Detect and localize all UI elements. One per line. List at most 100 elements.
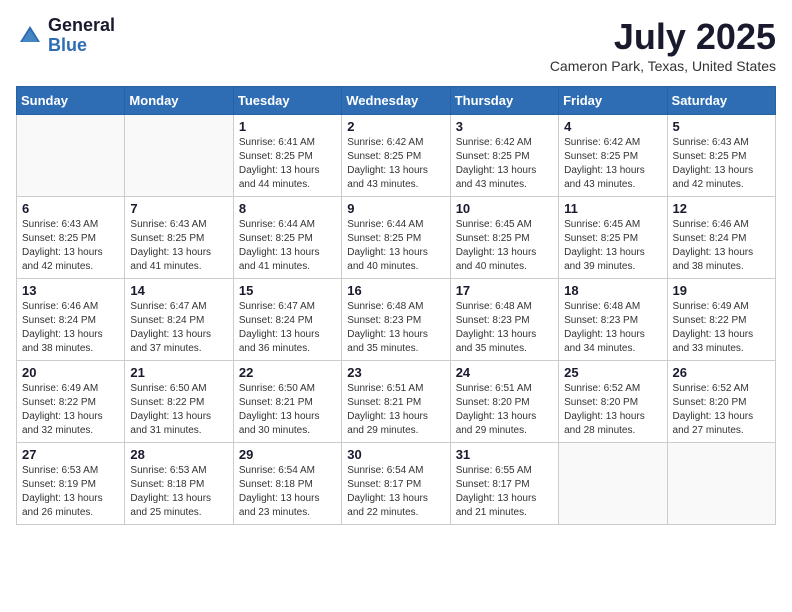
main-title: July 2025 <box>550 16 776 58</box>
table-row: 8Sunrise: 6:44 AM Sunset: 8:25 PM Daylig… <box>233 197 341 279</box>
day-number: 29 <box>239 447 336 462</box>
col-thursday: Thursday <box>450 87 558 115</box>
day-info: Sunrise: 6:44 AM Sunset: 8:25 PM Dayligh… <box>239 218 336 274</box>
day-number: 5 <box>673 119 770 134</box>
calendar-week-row: 6 Sunrise: 6:43 AM Sunset: 8:25 PM Daylig… <box>17 197 776 279</box>
day-number: 16 <box>347 283 444 298</box>
table-row: 25 Sunrise: 6:52 AM Sunset: 8:20 PM Dayli… <box>559 361 667 443</box>
calendar-week-row: 13 Sunrise: 6:46 AM Sunset: 8:24 PM Dayli… <box>17 279 776 361</box>
calendar-header-row: Sunday Monday Tuesday Wednesday Thursday… <box>17 87 776 115</box>
day-number: 12 <box>673 201 770 216</box>
col-wednesday: Wednesday <box>342 87 450 115</box>
day-info: Sunrise: 6:43 AM Sunset: 8:25 PM Dayligh… <box>22 218 119 274</box>
table-row <box>125 115 233 197</box>
table-row: 2Sunrise: 6:42 AM Sunset: 8:25 PM Daylig… <box>342 115 450 197</box>
day-number: 20 <box>22 365 119 380</box>
table-row: 14Sunrise: 6:47 AM Sunset: 8:24 PM Dayli… <box>125 279 233 361</box>
table-row <box>559 443 667 525</box>
calendar-week-row: 27Sunrise: 6:53 AM Sunset: 8:19 PM Dayli… <box>17 443 776 525</box>
day-info: Sunrise: 6:42 AM Sunset: 8:25 PM Dayligh… <box>347 136 444 192</box>
day-info: Sunrise: 6:52 AM Sunset: 8:20 PM Dayligh… <box>564 382 661 438</box>
day-number: 19 <box>673 283 770 298</box>
day-info: Sunrise: 6:51 AM Sunset: 8:21 PM Dayligh… <box>347 382 444 438</box>
col-saturday: Saturday <box>667 87 775 115</box>
calendar-table: Sunday Monday Tuesday Wednesday Thursday… <box>16 86 776 525</box>
logo: General Blue <box>16 16 115 56</box>
logo-text: General Blue <box>48 16 115 56</box>
table-row: 11 Sunrise: 6:45 AM Sunset: 8:25 PM Dayli… <box>559 197 667 279</box>
day-number: 22 <box>239 365 336 380</box>
day-number: 3 <box>456 119 553 134</box>
day-info: Sunrise: 6:53 AM Sunset: 8:18 PM Dayligh… <box>130 464 227 520</box>
col-friday: Friday <box>559 87 667 115</box>
day-number: 24 <box>456 365 553 380</box>
table-row: 26 Sunrise: 6:52 AM Sunset: 8:20 PM Dayli… <box>667 361 775 443</box>
table-row: 22 Sunrise: 6:50 AM Sunset: 8:21 PM Dayli… <box>233 361 341 443</box>
table-row: 6 Sunrise: 6:43 AM Sunset: 8:25 PM Daylig… <box>17 197 125 279</box>
day-number: 7 <box>130 201 227 216</box>
table-row <box>17 115 125 197</box>
page-header: General Blue July 2025 Cameron Park, Tex… <box>16 16 776 74</box>
table-row: 29 Sunrise: 6:54 AM Sunset: 8:18 PM Dayli… <box>233 443 341 525</box>
day-number: 25 <box>564 365 661 380</box>
calendar-week-row: 1Sunrise: 6:41 AM Sunset: 8:25 PM Daylig… <box>17 115 776 197</box>
table-row: 13 Sunrise: 6:46 AM Sunset: 8:24 PM Dayli… <box>17 279 125 361</box>
table-row: 4Sunrise: 6:42 AM Sunset: 8:25 PM Daylig… <box>559 115 667 197</box>
day-number: 11 <box>564 201 661 216</box>
day-info: Sunrise: 6:49 AM Sunset: 8:22 PM Dayligh… <box>673 300 770 356</box>
day-number: 27 <box>22 447 119 462</box>
day-number: 9 <box>347 201 444 216</box>
day-number: 30 <box>347 447 444 462</box>
logo-blue: Blue <box>48 36 115 56</box>
day-info: Sunrise: 6:42 AM Sunset: 8:25 PM Dayligh… <box>456 136 553 192</box>
day-number: 6 <box>22 201 119 216</box>
day-info: Sunrise: 6:54 AM Sunset: 8:17 PM Dayligh… <box>347 464 444 520</box>
table-row: 18Sunrise: 6:48 AM Sunset: 8:23 PM Dayli… <box>559 279 667 361</box>
location-subtitle: Cameron Park, Texas, United States <box>550 58 776 74</box>
day-info: Sunrise: 6:44 AM Sunset: 8:25 PM Dayligh… <box>347 218 444 274</box>
table-row: 7 Sunrise: 6:43 AM Sunset: 8:25 PM Daylig… <box>125 197 233 279</box>
day-number: 4 <box>564 119 661 134</box>
table-row: 10 Sunrise: 6:45 AM Sunset: 8:25 PM Dayli… <box>450 197 558 279</box>
day-info: Sunrise: 6:46 AM Sunset: 8:24 PM Dayligh… <box>22 300 119 356</box>
day-number: 13 <box>22 283 119 298</box>
col-monday: Monday <box>125 87 233 115</box>
day-info: Sunrise: 6:43 AM Sunset: 8:25 PM Dayligh… <box>130 218 227 274</box>
day-number: 26 <box>673 365 770 380</box>
title-block: July 2025 Cameron Park, Texas, United St… <box>550 16 776 74</box>
table-row: 24 Sunrise: 6:51 AM Sunset: 8:20 PM Dayli… <box>450 361 558 443</box>
table-row: 21Sunrise: 6:50 AM Sunset: 8:22 PM Dayli… <box>125 361 233 443</box>
day-info: Sunrise: 6:50 AM Sunset: 8:21 PM Dayligh… <box>239 382 336 438</box>
day-info: Sunrise: 6:48 AM Sunset: 8:23 PM Dayligh… <box>347 300 444 356</box>
table-row: 1Sunrise: 6:41 AM Sunset: 8:25 PM Daylig… <box>233 115 341 197</box>
table-row: 15Sunrise: 6:47 AM Sunset: 8:24 PM Dayli… <box>233 279 341 361</box>
day-info: Sunrise: 6:43 AM Sunset: 8:25 PM Dayligh… <box>673 136 770 192</box>
day-info: Sunrise: 6:48 AM Sunset: 8:23 PM Dayligh… <box>564 300 661 356</box>
day-info: Sunrise: 6:48 AM Sunset: 8:23 PM Dayligh… <box>456 300 553 356</box>
day-info: Sunrise: 6:54 AM Sunset: 8:18 PM Dayligh… <box>239 464 336 520</box>
table-row: 19 Sunrise: 6:49 AM Sunset: 8:22 PM Dayli… <box>667 279 775 361</box>
day-number: 10 <box>456 201 553 216</box>
table-row: 23 Sunrise: 6:51 AM Sunset: 8:21 PM Dayli… <box>342 361 450 443</box>
calendar-week-row: 20Sunrise: 6:49 AM Sunset: 8:22 PM Dayli… <box>17 361 776 443</box>
day-info: Sunrise: 6:46 AM Sunset: 8:24 PM Dayligh… <box>673 218 770 274</box>
day-info: Sunrise: 6:45 AM Sunset: 8:25 PM Dayligh… <box>564 218 661 274</box>
day-number: 21 <box>130 365 227 380</box>
col-tuesday: Tuesday <box>233 87 341 115</box>
day-number: 23 <box>347 365 444 380</box>
table-row: 27Sunrise: 6:53 AM Sunset: 8:19 PM Dayli… <box>17 443 125 525</box>
day-info: Sunrise: 6:51 AM Sunset: 8:20 PM Dayligh… <box>456 382 553 438</box>
day-info: Sunrise: 6:41 AM Sunset: 8:25 PM Dayligh… <box>239 136 336 192</box>
table-row: 30 Sunrise: 6:54 AM Sunset: 8:17 PM Dayli… <box>342 443 450 525</box>
table-row: 9 Sunrise: 6:44 AM Sunset: 8:25 PM Daylig… <box>342 197 450 279</box>
day-info: Sunrise: 6:45 AM Sunset: 8:25 PM Dayligh… <box>456 218 553 274</box>
table-row: 3 Sunrise: 6:42 AM Sunset: 8:25 PM Daylig… <box>450 115 558 197</box>
table-row: 17Sunrise: 6:48 AM Sunset: 8:23 PM Dayli… <box>450 279 558 361</box>
logo-icon <box>16 22 44 50</box>
day-number: 15 <box>239 283 336 298</box>
table-row: 12 Sunrise: 6:46 AM Sunset: 8:24 PM Dayli… <box>667 197 775 279</box>
day-info: Sunrise: 6:52 AM Sunset: 8:20 PM Dayligh… <box>673 382 770 438</box>
table-row <box>667 443 775 525</box>
table-row: 28Sunrise: 6:53 AM Sunset: 8:18 PM Dayli… <box>125 443 233 525</box>
day-info: Sunrise: 6:55 AM Sunset: 8:17 PM Dayligh… <box>456 464 553 520</box>
